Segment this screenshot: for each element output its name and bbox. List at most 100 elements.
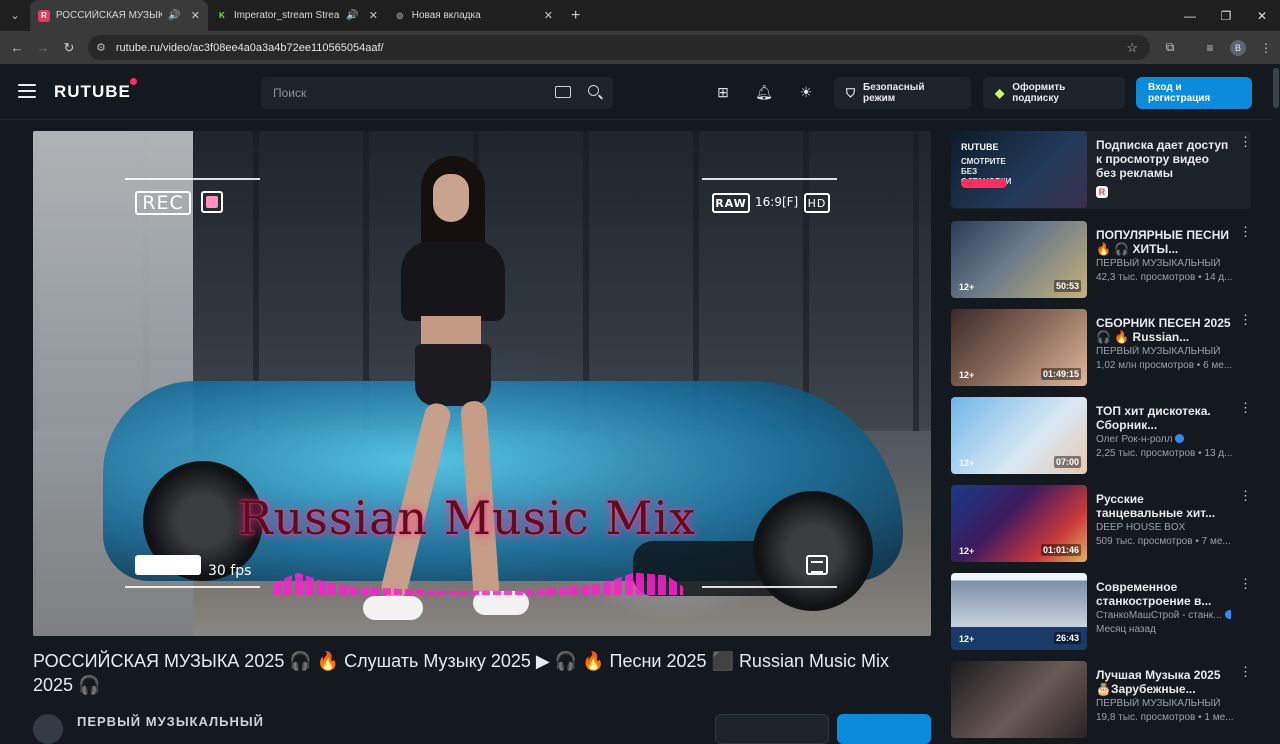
more-options-icon[interactable]: ⋮ xyxy=(1239,489,1252,507)
rec-title: Лучшая Музыка 2025 🎂Зарубежные... xyxy=(1096,668,1221,696)
tab-rutube-video[interactable]: R РОССИЙСКАЯ МУЗЫКА 20 🔊 ✕ xyxy=(30,0,208,31)
channel-avatar[interactable] xyxy=(33,714,63,744)
rutube-favicon-icon: R xyxy=(38,9,50,22)
address-bar[interactable]: ⚙ rutube.ru/video/ac3f08ee4a0a3a4b72ee11… xyxy=(88,35,1150,60)
media-controls-icon[interactable]: ≡ xyxy=(1196,31,1224,64)
tab-close-icon[interactable]: ✕ xyxy=(369,9,378,22)
more-options-icon[interactable]: ⋮ xyxy=(1239,665,1252,683)
rec-meta: 19,8 тыс. просмотров • 1 ме... xyxy=(1096,712,1234,723)
rec-channel: ПЕРВЫЙ МУЗЫКАЛЬНЫЙ xyxy=(1096,346,1221,357)
rec-thumbnail: 12+ 50:53 xyxy=(951,221,1087,298)
verified-icon xyxy=(1224,610,1231,619)
age-rating-badge: 12+ xyxy=(959,458,975,468)
kick-favicon-icon: K xyxy=(216,9,228,22)
promo-card[interactable]: RUTUBE СМОТРИТЕ БЕЗ ОСТАНОВКИ Подписка д… xyxy=(951,131,1252,209)
person-figure xyxy=(363,156,529,626)
duration-badge: 50:53 xyxy=(1053,280,1081,292)
extensions-puzzle-icon[interactable]: ⧉ xyxy=(1156,31,1184,64)
rutube-badge-icon: R xyxy=(1096,186,1108,198)
shield-icon: ⛉ xyxy=(846,85,856,100)
new-tab-favicon-icon: ◎ xyxy=(396,11,404,20)
page-scrollbar[interactable] xyxy=(1272,64,1280,720)
rec-item[interactable]: 12+ 26:43 Современное станкостроение в..… xyxy=(951,573,1252,651)
verified-icon xyxy=(1175,434,1185,443)
rec-title: Современное станкостроение в... xyxy=(1096,580,1212,608)
new-tab-plus-icon[interactable]: + xyxy=(571,7,580,25)
more-options-icon[interactable]: ⋮ xyxy=(1239,313,1252,331)
subscribe-channel-button[interactable] xyxy=(837,714,931,744)
channel-row: ПЕРВЫЙ МУЗЫКАЛЬНЫЙ xyxy=(33,712,931,744)
rec-channel: СтанкоМашСтрой - станк... xyxy=(1096,610,1231,621)
promo-thumb-button xyxy=(961,179,1007,188)
duration-badge: 07:00 xyxy=(1053,456,1081,468)
more-options-icon[interactable]: ⋮ xyxy=(1239,577,1252,595)
rec-meta: 509 тыс. просмотров • 7 ме... xyxy=(1096,536,1231,547)
reload-icon[interactable]: ↻ xyxy=(56,31,82,64)
tab-new-tab[interactable]: ◎ Новая вкладка ✕ xyxy=(386,0,561,31)
notifications-bell-icon[interactable]: 🔔︎ xyxy=(754,82,774,102)
upload-plus-icon[interactable]: ⊞ xyxy=(713,82,733,102)
site-settings-icon[interactable]: ⚙ xyxy=(96,41,106,54)
profile-avatar[interactable]: B xyxy=(1224,31,1252,64)
channel-action-button[interactable] xyxy=(715,714,829,744)
hud-frame-line xyxy=(125,586,260,588)
duration-badge: 01:49:15 xyxy=(1040,368,1081,380)
rec-channel: DEEP HOUSE BOX xyxy=(1096,522,1186,533)
age-rating-badge: 12+ xyxy=(959,546,975,556)
audio-playing-icon[interactable]: 🔊 xyxy=(168,10,180,21)
age-rating-badge: 12+ xyxy=(959,634,975,644)
tab-close-icon[interactable]: ✕ xyxy=(191,9,200,22)
minimize-icon[interactable]: — xyxy=(1172,0,1208,31)
more-options-icon[interactable]: ⋮ xyxy=(1239,225,1252,243)
back-arrow-icon[interactable]: ← xyxy=(4,31,30,64)
search-icon[interactable] xyxy=(588,85,599,96)
video-player[interactable]: REC RAW 16:9[F] HD 30 fps Russian Music … xyxy=(33,131,931,636)
theme-sun-icon[interactable]: ☀ xyxy=(796,82,816,102)
rec-item[interactable]: 12+ 50:53 ПОПУЛЯРНЫЕ ПЕСНИ 🔥 🎧 ХИТЫ... П… xyxy=(951,221,1252,299)
search-input[interactable] xyxy=(273,86,543,100)
more-options-icon[interactable]: ⋮ xyxy=(1239,401,1252,419)
more-options-icon[interactable]: ⋮ xyxy=(1239,135,1252,153)
rec-title: СБОРНИК ПЕСЕН 2025 🎧 🔥 Russian... xyxy=(1096,316,1231,344)
tab-imperator-stream[interactable]: K Imperator_stream Stream - 🔊 ✕ xyxy=(208,0,386,31)
rec-item[interactable]: 12+ 01:49:15 СБОРНИК ПЕСЕН 2025 🎧 🔥 Russ… xyxy=(951,309,1252,387)
window-close-icon[interactable]: ✕ xyxy=(1244,0,1280,31)
promo-thumbnail: RUTUBE СМОТРИТЕ БЕЗ ОСТАНОВКИ xyxy=(951,131,1087,208)
hud-hd-label: HD xyxy=(804,193,830,213)
rec-title: Русские танцевальные хит... xyxy=(1096,492,1216,520)
browser-toolbar: ← → ↻ ⚙ rutube.ru/video/ac3f08ee4a0a3a4b… xyxy=(0,31,1280,64)
rec-meta: 1,02 млн просмотров • 6 ме... xyxy=(1096,360,1233,371)
tab-title: Imperator_stream Stream - xyxy=(233,10,341,21)
hamburger-menu-icon[interactable] xyxy=(18,84,36,98)
channel-name[interactable]: ПЕРВЫЙ МУЗЫКАЛЬНЫЙ xyxy=(77,714,264,729)
tab-close-icon[interactable]: ✕ xyxy=(544,9,553,22)
hud-rec-label: REC xyxy=(135,191,191,215)
overlay-title: Russian Music Mix xyxy=(238,491,697,545)
hud-frame-line xyxy=(702,586,837,588)
rec-thumbnail: 12+ 07:00 xyxy=(951,397,1087,474)
bookmark-star-icon[interactable]: ☆ xyxy=(1126,40,1138,56)
rec-item[interactable]: 12+ 07:00 ТОП хит дискотека. Сборник... … xyxy=(951,397,1252,475)
rec-item[interactable]: 12+ 01:01:46 Русские танцевальные хит...… xyxy=(951,485,1252,563)
rec-thumbnail: 12+ 01:49:15 xyxy=(951,309,1087,386)
hud-frame-line xyxy=(125,178,260,180)
login-button[interactable]: Вход и регистрация xyxy=(1136,77,1252,109)
rutube-logo[interactable]: RUTUBE xyxy=(54,78,137,102)
duration-badge: 26:43 xyxy=(1053,632,1081,644)
rec-meta: Месяц назад xyxy=(1096,624,1156,635)
browser-menu-icon[interactable]: ⋮ xyxy=(1252,31,1280,64)
tab-search-chevron-icon[interactable]: ⌄ xyxy=(0,0,30,31)
hud-frame-line xyxy=(702,178,837,180)
maximize-icon[interactable]: ❐ xyxy=(1208,0,1244,31)
age-rating-badge: 12+ xyxy=(959,370,975,380)
rec-title: ПОПУЛЯРНЫЕ ПЕСНИ 🔥 🎧 ХИТЫ... xyxy=(1096,228,1229,256)
subscribe-button[interactable]: ◆ Оформить подписку xyxy=(983,77,1125,109)
safe-mode-button[interactable]: ⛉ Безопасный режим xyxy=(834,77,971,109)
forward-arrow-icon[interactable]: → xyxy=(30,31,56,64)
hud-battery-indicator xyxy=(135,555,201,575)
audio-playing-icon[interactable]: 🔊 xyxy=(346,10,358,21)
keyboard-icon[interactable] xyxy=(555,86,571,98)
age-rating-badge: 12+ xyxy=(959,282,975,292)
promo-logo: RUTUBE xyxy=(961,142,999,152)
rec-item[interactable]: Лучшая Музыка 2025 🎂Зарубежные... ПЕРВЫЙ… xyxy=(951,661,1252,739)
